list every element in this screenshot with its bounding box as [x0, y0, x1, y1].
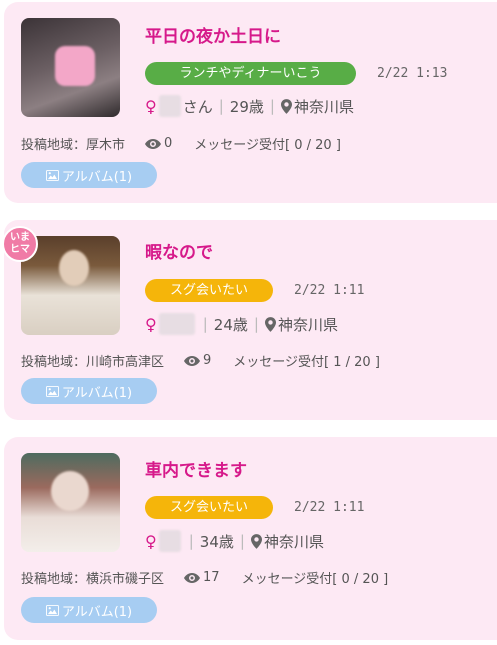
location: 神奈川県: [293, 97, 354, 116]
blurred-username: [158, 313, 195, 335]
post-meta: 投稿地域：横浜市磯子区 17 メッセージ受付[ 0 / 20 ]: [21, 568, 388, 587]
post-time: 2/22 1:13: [377, 66, 448, 81]
album-button[interactable]: アルバム(1): [21, 378, 157, 404]
post-time: 2/22 1:11: [294, 500, 365, 515]
post-list: 平日の夜か土日に ランチやディナーいこう 2/22 1:13 ♀ さん | 29…: [0, 0, 497, 645]
location-pin-icon: [280, 98, 292, 114]
location: 神奈川県: [277, 315, 338, 334]
album-label: アルバム(1): [61, 169, 133, 185]
divider: |: [218, 97, 224, 115]
purpose-tag: スグ会いたい: [145, 279, 273, 302]
eye-icon: [184, 572, 201, 583]
venus-icon: ♀: [145, 314, 157, 334]
profile-photo[interactable]: [21, 18, 120, 117]
view-count-value: 17: [203, 570, 220, 585]
image-icon: [45, 385, 59, 397]
profile-summary: ♀ | 34歳 | 神奈川県: [145, 530, 324, 552]
message-status: メッセージ受付[ 0 / 20 ]: [241, 572, 389, 587]
blurred-username: [158, 530, 181, 552]
post-meta: 投稿地域：厚木市 0 メッセージ受付[ 0 / 20 ]: [21, 134, 341, 153]
post-title[interactable]: 車内できます: [145, 456, 247, 481]
view-count: 17: [184, 570, 220, 585]
location-pin-icon: [264, 316, 276, 332]
post-area: 投稿地域：横浜市磯子区: [21, 572, 165, 587]
age: 29歳: [229, 97, 264, 116]
purpose-tag: ランチやディナーいこう: [145, 62, 356, 85]
divider: |: [202, 315, 208, 333]
blurred-face: [59, 250, 89, 286]
divider: |: [269, 97, 275, 115]
age: 34歳: [199, 532, 234, 551]
post-card[interactable]: 平日の夜か土日に ランチやディナーいこう 2/22 1:13 ♀ さん | 29…: [4, 2, 497, 203]
view-count: 0: [145, 136, 172, 151]
profile-summary: ♀ | 24歳 | 神奈川県: [145, 313, 338, 335]
name-suffix: さん: [182, 97, 213, 116]
image-icon: [45, 604, 59, 616]
age: 24歳: [213, 315, 248, 334]
divider: |: [253, 315, 259, 333]
purpose-tag: スグ会いたい: [145, 496, 273, 519]
blurred-username: [158, 95, 181, 117]
post-title[interactable]: 平日の夜か土日に: [145, 22, 281, 47]
profile-photo[interactable]: [21, 453, 120, 552]
image-icon: [45, 169, 59, 181]
location-pin-icon: [250, 533, 262, 549]
post-title[interactable]: 暇なので: [145, 238, 213, 263]
message-status: メッセージ受付[ 0 / 20 ]: [194, 138, 341, 153]
blurred-face: [51, 471, 89, 511]
view-count-value: 0: [164, 136, 173, 151]
post-card[interactable]: いま ヒマ 暇なので スグ会いたい 2/22 1:11 ♀ | 24歳 | 神奈川…: [2, 220, 497, 420]
post-time: 2/22 1:11: [294, 283, 365, 298]
blurred-face: [55, 46, 95, 86]
view-count-value: 9: [203, 353, 212, 368]
message-status: メッセージ受付[ 1 / 20 ]: [233, 355, 380, 370]
divider: |: [239, 532, 245, 550]
eye-icon: [145, 138, 162, 149]
view-count: 9: [184, 353, 211, 368]
location: 神奈川県: [263, 532, 324, 551]
post-card[interactable]: 車内できます スグ会いたい 2/22 1:11 ♀ | 34歳 | 神奈川県 投…: [4, 437, 497, 640]
album-button[interactable]: アルバム(1): [21, 162, 157, 188]
post-meta: 投稿地域：川崎市高津区 9 メッセージ受付[ 1 / 20 ]: [21, 351, 380, 370]
ima-hima-badge: いま ヒマ: [2, 226, 38, 262]
venus-icon: ♀: [145, 531, 157, 551]
post-area: 投稿地域：川崎市高津区: [21, 355, 165, 370]
venus-icon: ♀: [145, 96, 157, 116]
album-label: アルバム(1): [61, 604, 133, 620]
divider: |: [188, 532, 194, 550]
profile-summary: ♀ さん | 29歳 | 神奈川県: [145, 95, 354, 117]
album-button[interactable]: アルバム(1): [21, 597, 157, 623]
album-label: アルバム(1): [61, 385, 133, 401]
post-area: 投稿地域：厚木市: [21, 138, 126, 153]
eye-icon: [184, 355, 201, 366]
